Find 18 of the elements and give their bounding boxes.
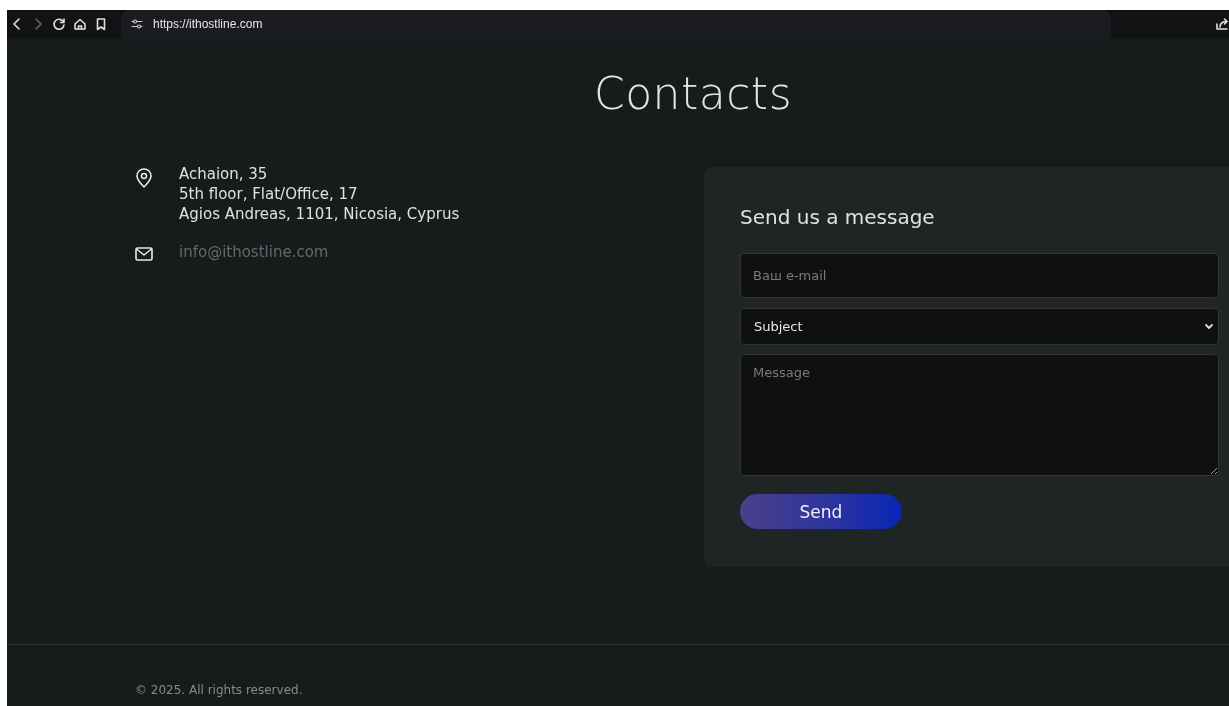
address-bar[interactable]: https://ithostline.com — [121, 10, 1111, 38]
chevron-down-icon — [1204, 322, 1214, 331]
bookmark-icon[interactable] — [94, 17, 108, 31]
page-title: Contacts — [593, 68, 793, 119]
site-settings-icon[interactable] — [131, 18, 143, 30]
share-icon[interactable] — [1215, 17, 1229, 31]
message-field[interactable]: Message — [740, 354, 1219, 476]
email-field[interactable]: Ваш e-mail — [740, 253, 1219, 298]
home-icon[interactable] — [73, 17, 87, 31]
mail-icon — [135, 247, 153, 261]
copyright-text: © 2025. All rights reserved. — [135, 683, 303, 697]
location-pin-icon — [135, 168, 153, 188]
reload-icon[interactable] — [52, 17, 66, 31]
url-text: https://ithostline.com — [153, 17, 263, 31]
form-title: Send us a message — [740, 205, 936, 229]
send-button[interactable]: Send — [740, 494, 902, 529]
address-text: Achaion, 35 5th floor, Flat/Office, 17 Agios Andreas, 1101, Nicosia, Cyprus — [179, 164, 460, 224]
subject-dropdown[interactable]: Subject — [740, 308, 1219, 345]
